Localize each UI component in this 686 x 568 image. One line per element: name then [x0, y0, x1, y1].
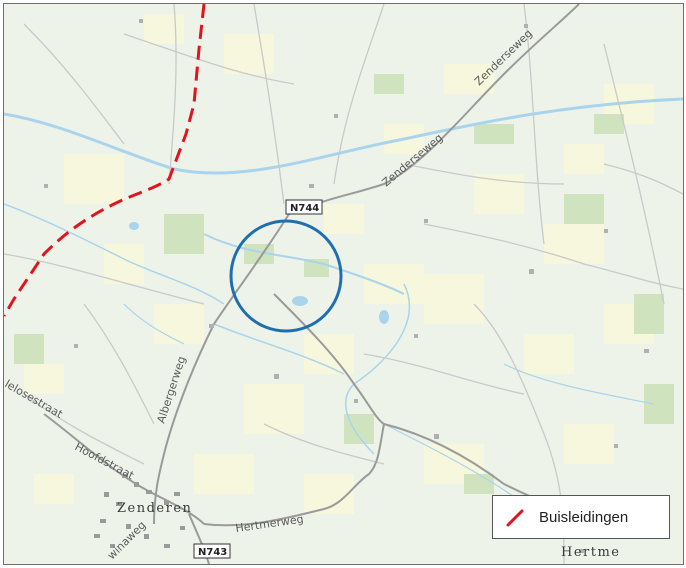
road-shield-n744: N744 [285, 199, 323, 215]
svg-text:N743: N743 [198, 547, 227, 558]
legend-label-buisleidingen: Buisleidingen [539, 509, 629, 526]
map-legend: Buisleidingen [492, 495, 670, 539]
map-view[interactable]: Zenderseweg Zenderseweg Albergerweg Hoof… [3, 3, 684, 565]
road-shield-n743: N743 [193, 543, 231, 559]
map-canvas[interactable]: Zenderseweg Zenderseweg Albergerweg Hoof… [4, 4, 683, 564]
place-label-hertme: Hertme [561, 545, 621, 560]
place-label-zenderen: Zenderen [117, 501, 192, 516]
svg-text:N744: N744 [290, 203, 319, 214]
red-dash-line-icon [506, 509, 524, 527]
